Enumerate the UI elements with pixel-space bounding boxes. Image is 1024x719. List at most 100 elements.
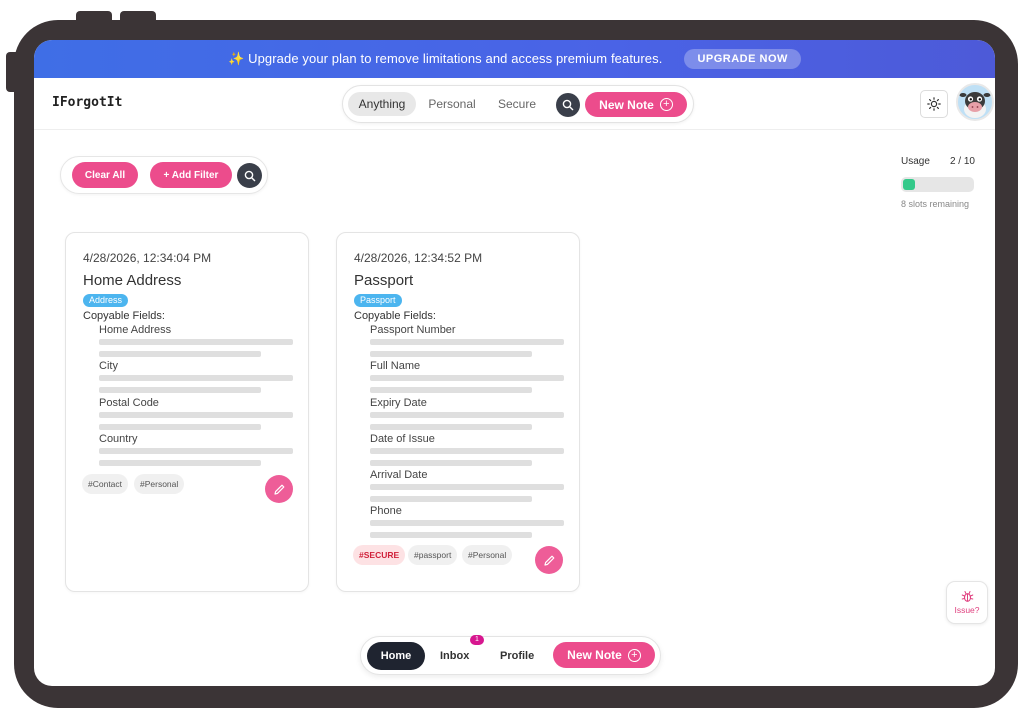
nav-new-note-button[interactable]: New Note + bbox=[553, 642, 655, 668]
usage-meter: Usage 2 / 10 8 slots remaining bbox=[900, 156, 975, 212]
field-value-placeholder bbox=[99, 375, 293, 381]
hashtag-chip[interactable]: #Personal bbox=[134, 474, 185, 494]
field-label: City bbox=[99, 360, 118, 372]
copyable-field[interactable]: Home Address bbox=[99, 324, 293, 360]
copyable-field[interactable]: Country bbox=[99, 433, 293, 469]
nav-home-button[interactable]: Home bbox=[367, 642, 425, 670]
upgrade-banner: ✨ Upgrade your plan to remove limitation… bbox=[34, 40, 995, 78]
app-header: IForgotIt Anything Personal Secure New N… bbox=[34, 78, 995, 130]
field-value-placeholder bbox=[99, 412, 293, 418]
note-date: 4/28/2026, 12:34:52 PM bbox=[354, 251, 483, 265]
usage-progress-fill bbox=[903, 179, 915, 190]
app-screen: ✨ Upgrade your plan to remove limitation… bbox=[34, 40, 995, 686]
usage-count: 2 / 10 bbox=[949, 156, 975, 167]
new-note-label: New Note bbox=[567, 648, 622, 662]
search-icon bbox=[562, 99, 574, 111]
field-value-placeholder bbox=[99, 387, 261, 393]
note-title: Passport bbox=[354, 272, 414, 289]
copyable-field[interactable]: City bbox=[99, 360, 293, 396]
field-value-placeholder bbox=[99, 339, 293, 345]
field-value-placeholder bbox=[99, 448, 293, 454]
usage-label: Usage bbox=[901, 156, 930, 167]
field-value-placeholder bbox=[370, 520, 564, 526]
field-value-placeholder bbox=[99, 460, 261, 466]
note-type-tag: Address bbox=[83, 294, 129, 307]
hashtag-chip[interactable]: #Personal bbox=[462, 545, 513, 565]
copyable-field[interactable]: Expiry Date bbox=[370, 397, 564, 433]
cow-avatar-icon bbox=[958, 85, 992, 119]
copyable-field[interactable]: Date of Issue bbox=[370, 433, 564, 469]
nav-profile-button[interactable]: Profile bbox=[500, 642, 534, 670]
search-icon bbox=[244, 170, 255, 181]
field-label: Passport Number bbox=[370, 324, 456, 336]
copyable-field[interactable]: Phone bbox=[370, 505, 564, 541]
note-card[interactable]: 4/28/2026, 12:34:04 PM Home Address Addr… bbox=[65, 232, 309, 592]
issue-label: Issue? bbox=[954, 605, 980, 615]
app-logo[interactable]: IForgotIt bbox=[52, 95, 122, 110]
tab-personal[interactable]: Personal bbox=[423, 92, 481, 116]
search-button[interactable] bbox=[556, 93, 580, 117]
sun-icon bbox=[927, 97, 941, 111]
copyable-field[interactable]: Passport Number bbox=[370, 324, 564, 360]
report-issue-button[interactable]: Issue? bbox=[946, 581, 988, 624]
pencil-icon bbox=[543, 555, 554, 566]
copyable-field[interactable]: Postal Code bbox=[99, 397, 293, 433]
category-nav: Anything Personal Secure New Note + bbox=[342, 85, 694, 123]
add-filter-button[interactable]: + Add Filter bbox=[150, 162, 232, 188]
copyable-field[interactable]: Arrival Date bbox=[370, 469, 564, 505]
filter-bar: Clear All + Add Filter bbox=[60, 156, 268, 194]
field-value-placeholder bbox=[370, 484, 564, 490]
nav-inbox-button[interactable]: Inbox bbox=[440, 642, 469, 670]
upgrade-now-button[interactable]: UPGRADE NOW bbox=[684, 49, 801, 69]
field-value-placeholder bbox=[99, 424, 261, 430]
copyable-fields-label: Copyable Fields: bbox=[354, 310, 436, 322]
usage-progress-bar bbox=[901, 177, 974, 192]
clear-all-button[interactable]: Clear All bbox=[72, 162, 138, 188]
note-type-tag: Passport bbox=[354, 294, 402, 307]
usage-remaining: 8 slots remaining bbox=[901, 199, 970, 209]
field-label: Phone bbox=[370, 505, 402, 517]
note-date: 4/28/2026, 12:34:04 PM bbox=[83, 251, 212, 265]
bottom-navigation: Home Inbox 1 Profile New Note + bbox=[360, 635, 661, 675]
plus-circle-icon: + bbox=[659, 98, 673, 111]
hashtag-chip-secure[interactable]: #SECURE bbox=[353, 545, 406, 565]
new-note-label: New Note bbox=[599, 97, 654, 112]
edit-note-button[interactable] bbox=[535, 546, 563, 574]
field-value-placeholder bbox=[99, 351, 261, 357]
note-card[interactable]: 4/28/2026, 12:34:52 PM Passport Passport… bbox=[336, 232, 580, 592]
field-label: Arrival Date bbox=[370, 469, 428, 481]
copyable-fields-label: Copyable Fields: bbox=[83, 310, 165, 322]
tab-anything[interactable]: Anything bbox=[348, 92, 416, 116]
note-title: Home Address bbox=[83, 272, 182, 289]
field-label: Postal Code bbox=[99, 397, 159, 409]
field-label: Full Name bbox=[370, 360, 421, 372]
field-value-placeholder bbox=[370, 412, 564, 418]
field-value-placeholder bbox=[370, 387, 532, 393]
field-value-placeholder bbox=[370, 375, 564, 381]
field-value-placeholder bbox=[370, 496, 532, 502]
tab-secure[interactable]: Secure bbox=[493, 92, 541, 116]
field-label: Expiry Date bbox=[370, 397, 427, 409]
plus-circle-icon: + bbox=[627, 648, 641, 662]
pencil-icon bbox=[273, 484, 284, 495]
filter-search-button[interactable] bbox=[237, 163, 262, 188]
inbox-count-badge: 1 bbox=[470, 635, 484, 645]
field-label: Home Address bbox=[99, 324, 172, 336]
field-label: Country bbox=[99, 433, 138, 445]
field-value-placeholder bbox=[370, 532, 532, 538]
hashtag-chip[interactable]: #passport bbox=[408, 545, 458, 565]
theme-toggle-button[interactable] bbox=[920, 90, 948, 118]
field-value-placeholder bbox=[370, 339, 564, 345]
field-value-placeholder bbox=[370, 424, 532, 430]
user-avatar[interactable] bbox=[956, 83, 994, 121]
field-value-placeholder bbox=[370, 351, 532, 357]
field-value-placeholder bbox=[370, 460, 532, 466]
bug-icon bbox=[961, 591, 973, 602]
field-label: Date of Issue bbox=[370, 433, 435, 445]
copyable-field[interactable]: Full Name bbox=[370, 360, 564, 396]
edit-note-button[interactable] bbox=[265, 475, 293, 503]
new-note-button[interactable]: New Note + bbox=[585, 92, 687, 117]
field-value-placeholder bbox=[370, 448, 564, 454]
hashtag-chip[interactable]: #Contact bbox=[82, 474, 129, 494]
banner-text: ✨ Upgrade your plan to remove limitation… bbox=[228, 51, 663, 66]
